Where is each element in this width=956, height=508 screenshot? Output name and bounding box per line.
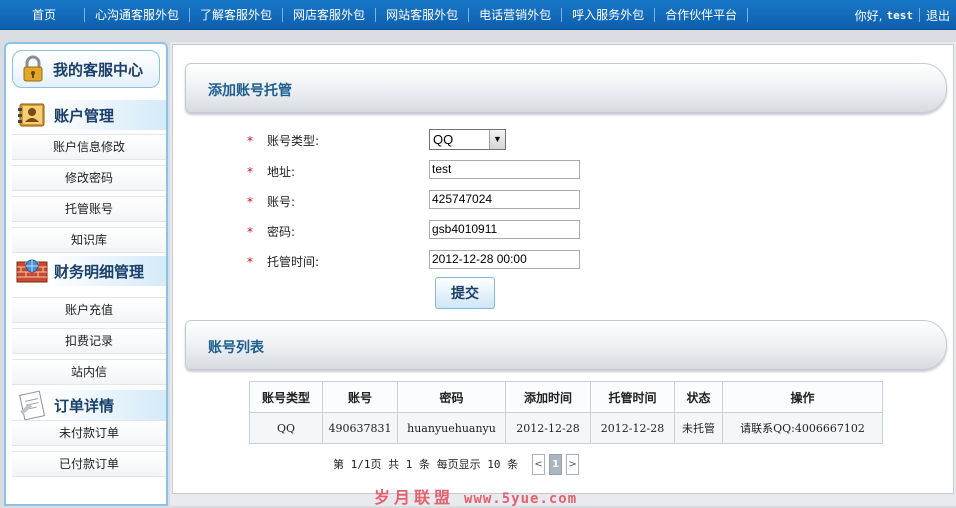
greeting-text: 你好, bbox=[854, 8, 883, 23]
sidebar-item-account-info[interactable]: 账户信息修改 bbox=[12, 134, 166, 160]
customer-center-label: 我的客服中心 bbox=[53, 60, 144, 79]
lock-icon bbox=[23, 55, 43, 82]
add-hosting-title: 添加账号托管 bbox=[208, 83, 292, 99]
nav-separator bbox=[84, 7, 86, 22]
top-navigation-bar: 首页 心沟通客服外包 了解客服外包 网店客服外包 网站客服外包 电话营销外包 呼… bbox=[0, 0, 956, 30]
form-row-password: * 密码: gsb4010911 bbox=[173, 220, 773, 242]
column-header: 账号 bbox=[322, 381, 398, 413]
account-list-table: 账号类型 账号 密码 添加时间 托管时间 状态 操作 QQ 490637831 … bbox=[249, 381, 883, 444]
account-list-section-header: 账号列表 bbox=[185, 320, 947, 370]
submit-button[interactable]: 提交 bbox=[435, 277, 495, 309]
sidebar-item-change-password[interactable]: 修改密码 bbox=[12, 165, 166, 191]
account-type-label: 账号类型: bbox=[267, 134, 320, 148]
nav-about-outsourcing[interactable]: 了解客服外包 bbox=[190, 8, 282, 22]
account-input[interactable]: 425747024 bbox=[429, 190, 580, 209]
nav-website-outsourcing[interactable]: 网站客服外包 bbox=[376, 8, 468, 22]
sidebar-item-paid-orders[interactable]: 已付款订单 bbox=[12, 451, 166, 477]
nav-telemarketing[interactable]: 电话营销外包 bbox=[469, 8, 561, 22]
address-label: 地址: bbox=[267, 165, 296, 179]
user-area: 你好, test 退出 bbox=[855, 0, 956, 30]
password-input[interactable]: gsb4010911 bbox=[429, 220, 580, 239]
cell-action: 请联系QQ:4006667102 bbox=[722, 412, 883, 444]
cell-account: 490637831 bbox=[322, 412, 398, 444]
watermark-url: www.5yue.com bbox=[464, 491, 578, 507]
required-mark: * bbox=[247, 195, 253, 209]
required-mark: * bbox=[247, 165, 253, 179]
column-header: 密码 bbox=[397, 381, 506, 413]
table-header-row: 账号类型 账号 密码 添加时间 托管时间 状态 操作 bbox=[249, 381, 883, 413]
dropdown-arrow-icon[interactable]: ▼ bbox=[489, 130, 505, 149]
username: test bbox=[886, 8, 913, 22]
account-label: 账号: bbox=[267, 195, 296, 209]
logout-link[interactable]: 退出 bbox=[920, 7, 956, 24]
cell-account-type: QQ bbox=[249, 412, 323, 444]
watermark: 岁月联盟 www.5yue.com bbox=[374, 484, 577, 508]
nav-xingoutong[interactable]: 心沟通客服外包 bbox=[85, 8, 189, 22]
sidebar-item-messages[interactable]: 站内信 bbox=[12, 359, 166, 385]
next-page-button[interactable]: > bbox=[566, 453, 580, 475]
sidebar-item-unpaid-orders[interactable]: 未付款订单 bbox=[12, 420, 166, 446]
customer-center-title: 我的客服中心 bbox=[12, 50, 160, 88]
nav-separator bbox=[654, 7, 656, 22]
form-row-account: * 账号: 425747024 bbox=[173, 190, 773, 212]
firewall-icon bbox=[16, 259, 48, 283]
sidebar-group-account-label: 账户管理 bbox=[54, 106, 115, 125]
account-type-value: QQ bbox=[433, 132, 454, 147]
sidebar: 我的客服中心 账户管理 账户信息修改 修改密码 托管账号 知识库 财务明细管理 … bbox=[4, 42, 168, 506]
nav-inbound-service[interactable]: 呼入服务外包 bbox=[562, 8, 654, 22]
sidebar-item-hosted-accounts[interactable]: 托管账号 bbox=[12, 196, 166, 222]
sidebar-group-finance-label: 财务明细管理 bbox=[54, 262, 145, 281]
form-row-account-type: * 账号类型: QQ ▼ bbox=[173, 129, 773, 151]
page-1-button[interactable]: 1 bbox=[549, 453, 563, 475]
sidebar-group-orders: 订单详情 bbox=[12, 390, 166, 420]
sidebar-group-finance: 财务明细管理 bbox=[12, 256, 166, 286]
address-book-icon bbox=[18, 103, 45, 127]
sidebar-group-account: 账户管理 bbox=[12, 100, 166, 130]
account-list-title: 账号列表 bbox=[208, 340, 264, 356]
nav-separator bbox=[375, 7, 377, 22]
nav-separator bbox=[468, 7, 470, 22]
document-icon bbox=[19, 390, 46, 420]
nav-partner-platform[interactable]: 合作伙伴平台 bbox=[655, 8, 747, 22]
sidebar-item-recharge[interactable]: 账户充值 bbox=[12, 297, 166, 323]
nav-separator bbox=[189, 7, 191, 22]
form-row-hosting-time: * 托管时间: 2012-12-28 00:00 bbox=[173, 250, 773, 272]
main-area: 添加账号托管 * 账号类型: QQ ▼ * 地址: test * 账号: 425… bbox=[170, 42, 956, 506]
column-header: 状态 bbox=[674, 381, 723, 413]
address-input[interactable]: test bbox=[429, 160, 580, 179]
pagination-info: 第 1/1页 共 1 条 每页显示 10 条 bbox=[333, 458, 519, 471]
cell-password: huanyuehuanyu bbox=[397, 412, 506, 444]
sidebar-group-orders-label: 订单详情 bbox=[54, 396, 115, 415]
required-mark: * bbox=[247, 225, 253, 239]
table-row: QQ 490637831 huanyuehuanyu 2012-12-28 20… bbox=[249, 412, 883, 444]
add-hosting-section-header: 添加账号托管 bbox=[185, 63, 947, 113]
cell-hosting-time: 2012-12-28 bbox=[590, 412, 675, 444]
required-mark: * bbox=[247, 134, 253, 148]
column-header: 操作 bbox=[722, 381, 883, 413]
content-panel: 添加账号托管 * 账号类型: QQ ▼ * 地址: test * 账号: 425… bbox=[172, 44, 954, 494]
sidebar-item-charge-records[interactable]: 扣费记录 bbox=[12, 328, 166, 354]
password-label: 密码: bbox=[267, 225, 296, 239]
column-header: 托管时间 bbox=[590, 381, 675, 413]
cell-status: 未托管 bbox=[674, 412, 723, 444]
nav-separator bbox=[918, 8, 920, 22]
required-mark: * bbox=[247, 255, 253, 269]
nav-shop-outsourcing[interactable]: 网店客服外包 bbox=[283, 8, 375, 22]
nav-separator bbox=[747, 7, 749, 22]
column-header: 账号类型 bbox=[249, 381, 323, 413]
form-row-address: * 地址: test bbox=[173, 160, 773, 182]
cell-added-time: 2012-12-28 bbox=[505, 412, 591, 444]
nav-separator bbox=[561, 7, 563, 22]
hosting-time-label: 托管时间: bbox=[267, 255, 320, 269]
column-header: 添加时间 bbox=[505, 381, 591, 413]
account-type-select[interactable]: QQ ▼ bbox=[429, 129, 506, 150]
watermark-text: 岁月联盟 bbox=[374, 488, 455, 507]
nav-home[interactable]: 首页 bbox=[0, 8, 84, 22]
nav-separator bbox=[282, 7, 284, 22]
sidebar-item-knowledge-base[interactable]: 知识库 bbox=[12, 227, 166, 253]
hosting-time-input[interactable]: 2012-12-28 00:00 bbox=[429, 250, 580, 269]
pagination: 第 1/1页 共 1 条 每页显示 10 条 < 1 > bbox=[333, 453, 580, 475]
prev-page-button[interactable]: < bbox=[532, 453, 546, 475]
